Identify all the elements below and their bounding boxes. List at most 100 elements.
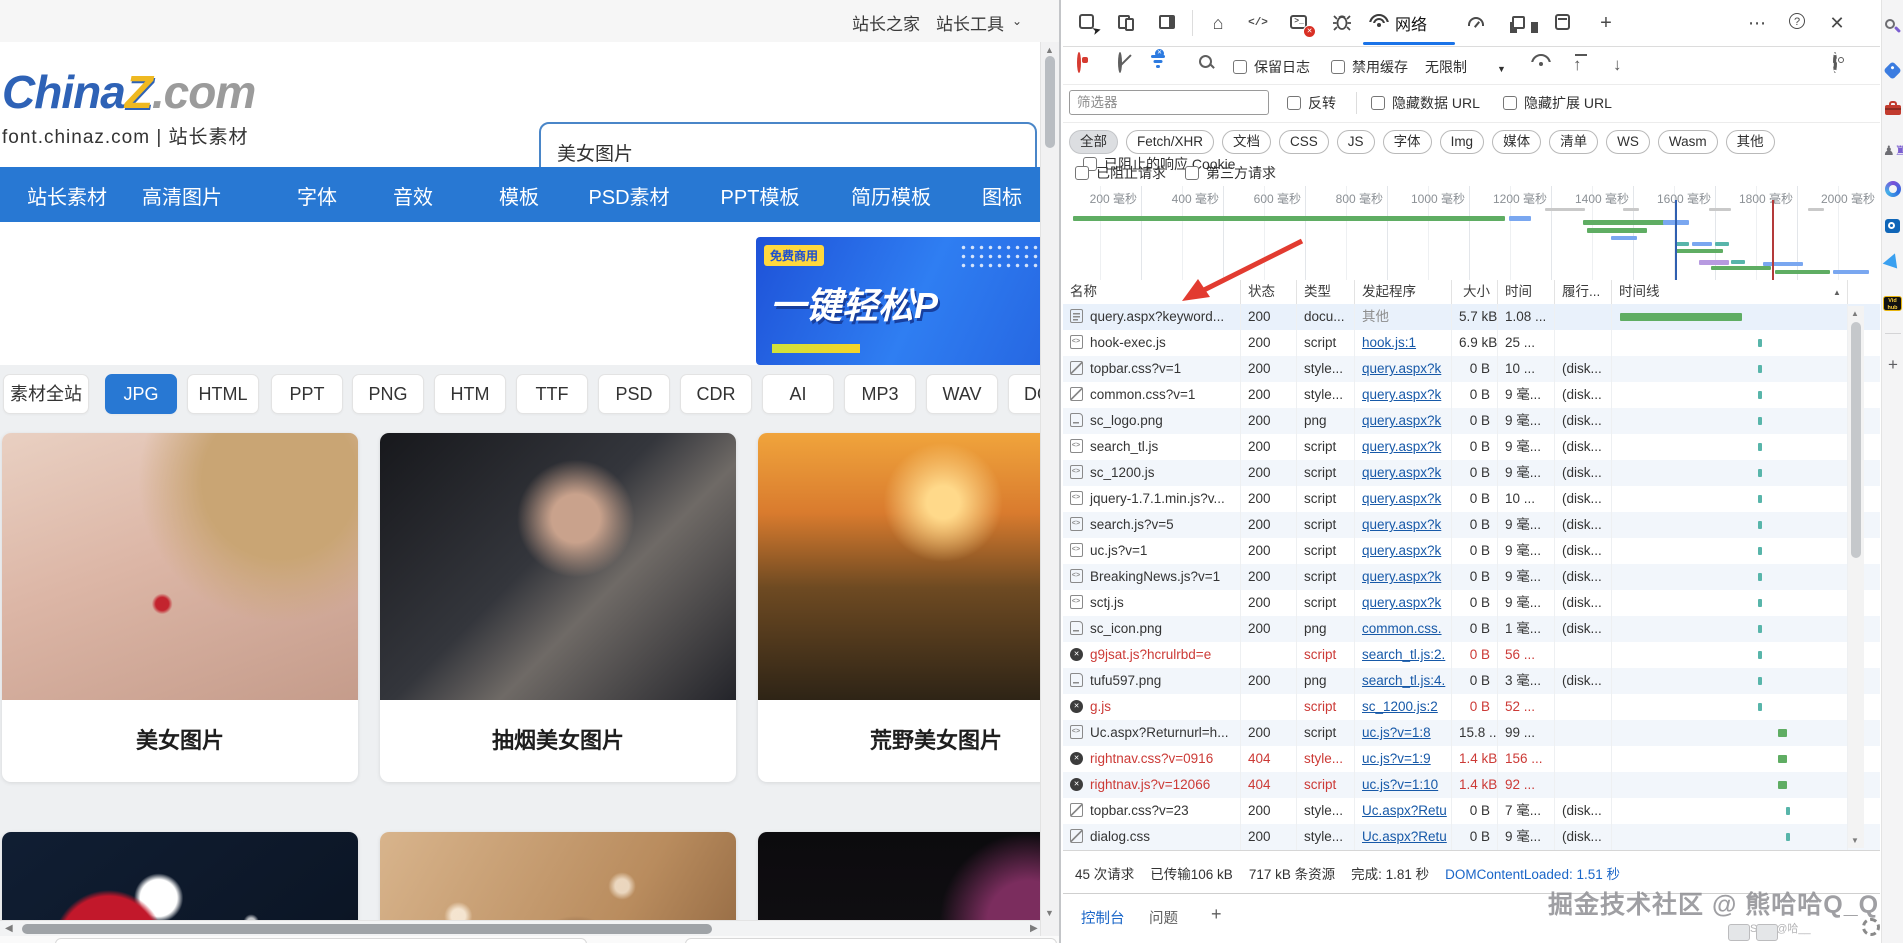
table-scroll-thumb[interactable] (1851, 322, 1861, 558)
devtools-divider[interactable] (1059, 0, 1061, 943)
request-filter-chip-js[interactable]: JS (1337, 130, 1375, 154)
request-row[interactable]: jquery-1.7.1.min.js?v...200scriptquery.a… (1063, 486, 1880, 512)
format-chip-htm[interactable]: HTM (434, 374, 506, 414)
request-row[interactable]: hook-exec.js200scripthook.js:16.9 kB25 .… (1063, 330, 1880, 356)
request-name[interactable]: sctj.js (1063, 590, 1241, 616)
column-header-8[interactable]: 时间线 (1612, 280, 1848, 304)
request-row[interactable]: topbar.css?v=23200style...Uc.aspx?Retu0 … (1063, 798, 1880, 824)
request-initiator[interactable]: query.aspx?k (1355, 434, 1452, 460)
hide-extension-url-checkbox[interactable]: 隐藏扩展 URL (1503, 93, 1612, 115)
request-initiator[interactable]: query.aspx?k (1355, 460, 1452, 486)
outlook-icon[interactable] (1883, 216, 1903, 236)
format-chip-cdr[interactable]: CDR (680, 374, 752, 414)
request-initiator[interactable]: common.css. (1355, 616, 1452, 642)
request-name[interactable]: jquery-1.7.1.min.js?v... (1063, 486, 1241, 512)
nav-item-3[interactable]: 字体 (297, 181, 337, 210)
table-scroll-down-icon[interactable]: ▼ (1851, 836, 1859, 845)
page-vertical-scrollbar[interactable]: ▲ ▼ (1040, 42, 1060, 936)
dock-side-icon[interactable] (1157, 12, 1179, 34)
request-name[interactable]: common.css?v=1 (1063, 382, 1241, 408)
sidebar-search-icon[interactable] (1883, 17, 1903, 37)
export-har-icon[interactable]: ↓ (1613, 55, 1622, 77)
request-row[interactable]: sctj.js200scriptquery.aspx?k0 B9 毫...(di… (1063, 590, 1880, 616)
format-chip-wav[interactable]: WAV (926, 374, 998, 414)
request-filter-chip-img[interactable]: Img (1440, 130, 1485, 154)
request-filter-chip-wasm[interactable]: Wasm (1658, 130, 1718, 154)
request-initiator[interactable]: Uc.aspx?Retu (1355, 798, 1452, 824)
request-row[interactable]: dialog.css200style...Uc.aspx?Retu0 B9 毫.… (1063, 824, 1880, 850)
more-tabs-plus-icon[interactable]: + (1595, 12, 1617, 34)
request-row[interactable]: uc.js?v=1200scriptquery.aspx?k0 B9 毫...(… (1063, 538, 1880, 564)
nav-item-2[interactable]: 高清图片 (142, 181, 222, 210)
format-chip-html[interactable]: HTML (187, 374, 259, 414)
drawer-add-plus-icon[interactable]: + (1211, 904, 1222, 925)
scroll-down-icon[interactable]: ▼ (1045, 908, 1054, 918)
request-initiator[interactable]: query.aspx?k (1355, 590, 1452, 616)
request-row[interactable]: query.aspx?keyword...200docu...其他5.7 kB1… (1063, 304, 1880, 330)
request-initiator[interactable]: query.aspx?k (1355, 564, 1452, 590)
inspect-element-icon[interactable]: ➤ (1077, 12, 1099, 34)
request-row[interactable]: search_tl.js200scriptquery.aspx?k0 B9 毫.… (1063, 434, 1880, 460)
nav-item-1[interactable]: 站长素材 (27, 181, 107, 210)
request-initiator[interactable]: query.aspx?k (1355, 538, 1452, 564)
toolbox-icon[interactable] (1883, 99, 1903, 119)
request-row[interactable]: rightnav.js?v=12066404scriptuc.js?v=1:10… (1063, 772, 1880, 798)
request-row[interactable]: sc_logo.png200pngquery.aspx?k0 B9 毫...(d… (1063, 408, 1880, 434)
nav-item-5[interactable]: 模板 (499, 181, 539, 210)
request-name[interactable]: sc_icon.png (1063, 616, 1241, 642)
request-name[interactable]: sc_1200.js (1063, 460, 1241, 486)
network-overview-timeline[interactable]: 200 毫秒400 毫秒600 毫秒800 毫秒1000 毫秒1200 毫秒14… (1063, 186, 1880, 281)
games-chess-icon[interactable]: ♟♜ (1883, 141, 1903, 161)
topbar-link-chinaz-home[interactable]: 站长之家 (852, 10, 920, 35)
welcome-home-icon[interactable]: ⌂ (1207, 12, 1229, 34)
vertical-scroll-thumb[interactable] (1045, 56, 1055, 148)
column-header-7[interactable]: 履行... (1555, 280, 1612, 304)
request-row[interactable]: sc_1200.js200scriptquery.aspx?k0 B9 毫...… (1063, 460, 1880, 486)
request-row[interactable]: common.css?v=1200style...query.aspx?k0 B… (1063, 382, 1880, 408)
request-initiator[interactable]: Uc.aspx?Retu (1355, 824, 1452, 850)
request-initiator[interactable]: 其他 (1355, 304, 1452, 330)
request-name[interactable]: BreakingNews.js?v=1 (1063, 564, 1241, 590)
request-initiator[interactable]: uc.js?v=1:9 (1355, 746, 1452, 772)
format-chip-mp3[interactable]: MP3 (844, 374, 916, 414)
request-name[interactable]: sc_logo.png (1063, 408, 1241, 434)
request-initiator[interactable]: query.aspx?k (1355, 356, 1452, 382)
invert-filter-checkbox[interactable]: 反转 (1287, 93, 1336, 115)
request-name[interactable]: query.aspx?keyword... (1063, 304, 1241, 330)
image-card[interactable] (758, 832, 1060, 920)
request-name[interactable]: dialog.css (1063, 824, 1241, 850)
request-name[interactable]: search_tl.js (1063, 434, 1241, 460)
throttling-caret-icon[interactable]: ▼ (1497, 59, 1506, 81)
request-row[interactable]: sc_icon.png200pngcommon.css.0 B1 毫...(di… (1063, 616, 1880, 642)
request-name[interactable]: Uc.aspx?Returnurl=h... (1063, 720, 1241, 746)
request-row[interactable]: topbar.css?v=1200style...query.aspx?k0 B… (1063, 356, 1880, 382)
request-name[interactable]: rightnav.css?v=0916 (1063, 746, 1241, 772)
performance-tab-icon[interactable] (1467, 12, 1489, 34)
scroll-left-icon[interactable]: ◀ (5, 923, 13, 934)
chinaz-logo[interactable]: ChinaZ.com font.chinaz.com | 站长素材 (2, 68, 255, 149)
request-name[interactable]: hook-exec.js (1063, 330, 1241, 356)
request-filter-chip--[interactable]: 字体 (1383, 130, 1432, 154)
image-card[interactable]: 美女图片 (2, 433, 358, 782)
nav-item-6[interactable]: PSD素材 (588, 181, 669, 210)
application-tab-icon[interactable] (1553, 12, 1575, 34)
request-initiator[interactable]: hook.js:1 (1355, 330, 1452, 356)
nav-item-4[interactable]: 音效 (393, 181, 433, 210)
console-tab-icon[interactable]: >_✕ (1289, 12, 1311, 34)
drawer-tab-issues[interactable]: 问题 (1149, 907, 1178, 928)
nav-item-9[interactable]: 图标 (982, 181, 1022, 210)
request-initiator[interactable]: search_tl.js:4. (1355, 668, 1452, 694)
request-name[interactable]: uc.js?v=1 (1063, 538, 1241, 564)
topbar-link-webmaster-tools[interactable]: 站长工具 (936, 10, 1004, 35)
format-chip-jpg[interactable]: JPG (105, 374, 177, 414)
request-row[interactable]: g9jsat.js?hcrulrbd=escriptsearch_tl.js:2… (1063, 642, 1880, 668)
column-header-6[interactable]: 时间 (1498, 280, 1555, 304)
request-initiator[interactable]: query.aspx?k (1355, 486, 1452, 512)
third-party-requests-checkbox[interactable]: 第三方请求 (1185, 163, 1276, 185)
image-card[interactable] (2, 832, 358, 920)
network-filter-input[interactable] (1069, 90, 1269, 115)
memory-tab-icon[interactable] (1509, 12, 1531, 34)
request-filter-chip-fetch-xhr[interactable]: Fetch/XHR (1126, 130, 1214, 154)
import-har-icon[interactable]: ↑ (1573, 55, 1582, 77)
column-header-4[interactable]: 发起程序 (1355, 280, 1452, 304)
